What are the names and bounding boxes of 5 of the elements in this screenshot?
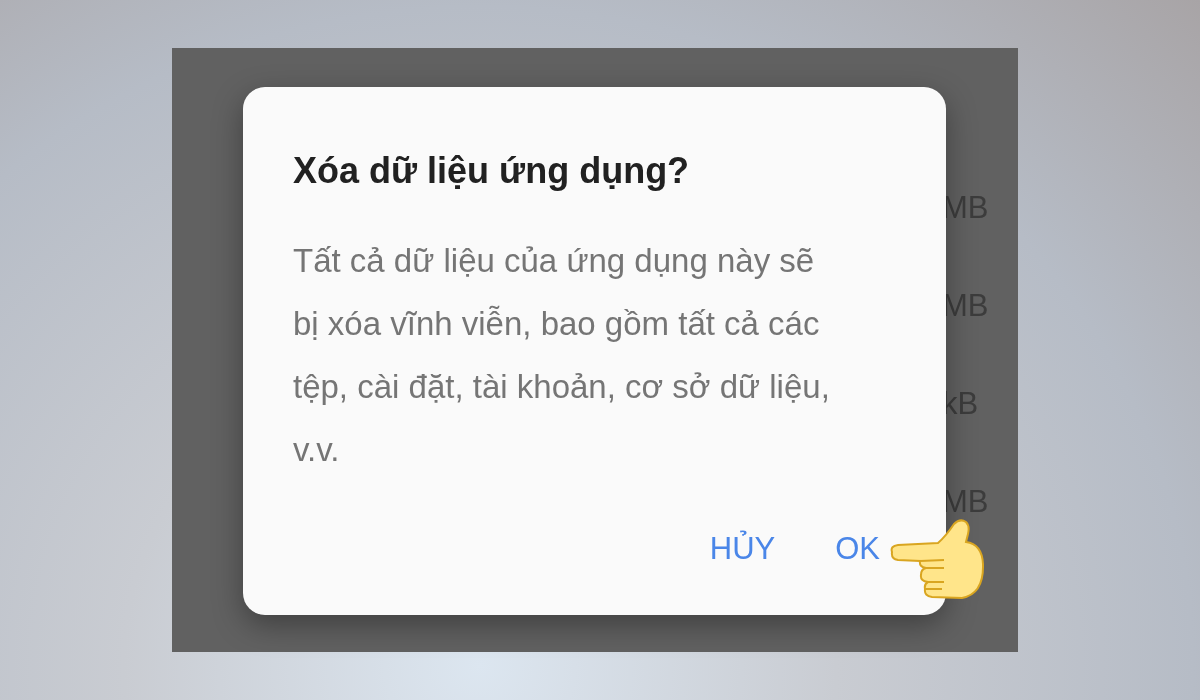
dialog-title: Xóa dữ liệu ứng dụng? xyxy=(293,149,691,193)
dialog-button[interactable]: HỦY xyxy=(709,529,776,569)
dialog-button[interactable]: OK xyxy=(835,529,880,569)
dialog-message: Tất cả dữ liệu của ứng dụng này sẽ bị xóa vĩnh viễn, bao gồm tất cả các tệp, cài đặt, tài khoản, cơ sở dữ liệu, v.v. xyxy=(293,241,831,470)
pointing-hand-icon xyxy=(888,518,986,600)
